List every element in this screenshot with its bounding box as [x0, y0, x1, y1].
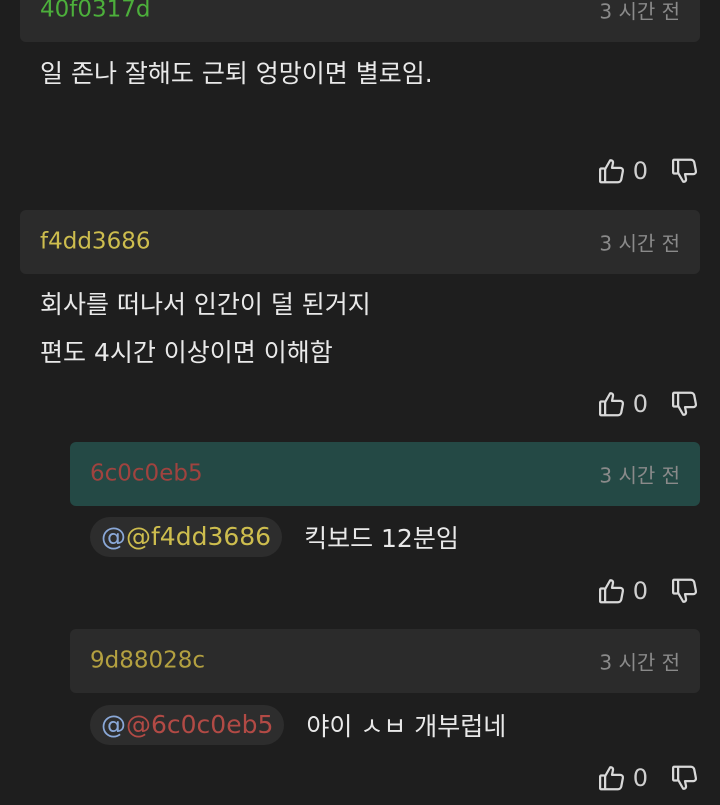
like-count: 0 [632, 157, 648, 185]
reply-time: 3 시간 전 [599, 463, 680, 488]
like-count: 0 [632, 390, 648, 418]
comment-body: 일 존나 잘해도 근퇴 엉망이면 별로임. [40, 50, 433, 98]
reply-header: 9d88028c 3 시간 전 [70, 629, 700, 693]
reply-body: @@6c0c0eb5 야이 ㅅㅂ 개부럽네 [90, 705, 506, 745]
reply-text: 킥보드 12분임 [304, 524, 459, 553]
reply-header: 6c0c0eb5 3 시간 전 [70, 442, 700, 506]
dislike-button[interactable] [670, 389, 700, 419]
thumbs-up-icon [598, 392, 624, 417]
reply-time: 3 시간 전 [599, 650, 680, 675]
vote-bar: 0 [597, 386, 700, 422]
comment-time: 3 시간 전 [599, 231, 680, 256]
comment-line: 편도 4시간 이상이면 이해함 [40, 338, 333, 367]
thumbs-up-icon [598, 159, 624, 184]
thumbs-down-icon [672, 391, 698, 416]
like-button[interactable]: 0 [597, 763, 670, 793]
thumbs-down-icon [672, 765, 698, 790]
comment-header: 40f0317d 3 시간 전 [20, 0, 700, 42]
comment-thread: 40f0317d 3 시간 전 일 존나 잘해도 근퇴 엉망이면 별로임. 0 … [0, 0, 720, 805]
like-count: 0 [632, 577, 648, 605]
vote-bar: 0 [597, 760, 700, 796]
like-button[interactable]: 0 [597, 156, 670, 186]
reply-body: @@f4dd3686 킥보드 12분임 [90, 517, 459, 557]
comment-time: 3 시간 전 [599, 0, 680, 24]
thumbs-up-icon [598, 766, 624, 791]
thumbs-down-icon [672, 158, 698, 183]
comment-body: 회사를 떠나서 인간이 덜 된거지 편도 4시간 이상이면 이해함 [40, 281, 371, 377]
mention-user: @f4dd3686 [126, 522, 272, 551]
mention-tag[interactable]: @@6c0c0eb5 [90, 705, 285, 745]
thumbs-down-icon [672, 578, 698, 603]
reply-text: 야이 ㅅㅂ 개부럽네 [306, 712, 507, 741]
vote-bar: 0 [597, 153, 700, 189]
comment-line: 회사를 떠나서 인간이 덜 된거지 [40, 290, 371, 319]
dislike-button[interactable] [670, 576, 700, 606]
comment-line: 일 존나 잘해도 근퇴 엉망이면 별로임. [40, 59, 433, 88]
comment-header: f4dd3686 3 시간 전 [20, 210, 700, 274]
mention-tag[interactable]: @@f4dd3686 [90, 517, 283, 557]
dislike-button[interactable] [670, 156, 700, 186]
reply-author[interactable]: 6c0c0eb5 [90, 462, 203, 486]
like-count: 0 [632, 764, 648, 792]
reply-author[interactable]: 9d88028c [90, 649, 205, 673]
comment-author[interactable]: 40f0317d [40, 0, 151, 22]
comment-author[interactable]: f4dd3686 [40, 230, 150, 254]
thumbs-up-icon [598, 579, 624, 604]
like-button[interactable]: 0 [597, 389, 670, 419]
dislike-button[interactable] [670, 763, 700, 793]
mention-user: @6c0c0eb5 [126, 710, 274, 739]
like-button[interactable]: 0 [597, 576, 670, 606]
vote-bar: 0 [597, 573, 700, 609]
